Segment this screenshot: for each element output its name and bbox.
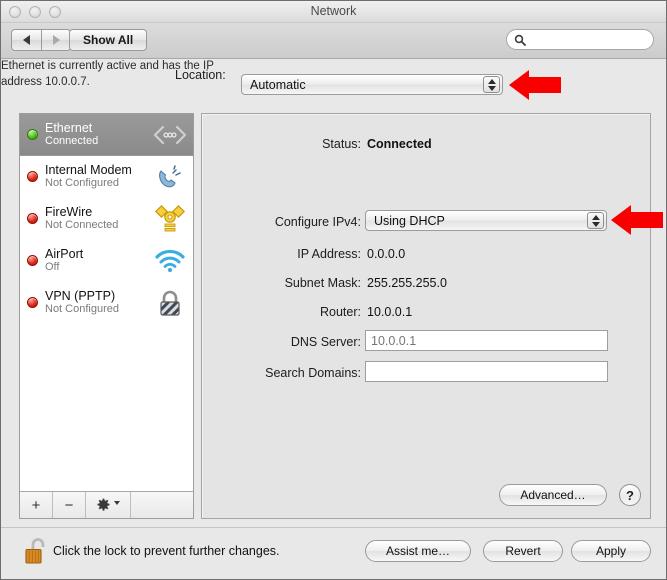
- chevron-down-icon: [114, 500, 120, 510]
- add-service-button[interactable]: +: [20, 492, 53, 518]
- forward-button[interactable]: [41, 29, 71, 51]
- status-dot-connected-icon: [27, 129, 38, 140]
- firewire-icon: [151, 202, 189, 236]
- dns-server-label: DNS Server:: [290, 335, 361, 349]
- network-services-list[interactable]: Ethernet Connected Internal Modem Not Co…: [20, 114, 193, 492]
- service-row-ethernet[interactable]: Ethernet Connected: [20, 114, 193, 156]
- advanced-button[interactable]: Advanced…: [499, 484, 607, 506]
- location-popup-arrow: [509, 70, 561, 100]
- service-status: Not Configured: [45, 177, 119, 190]
- router-value: 10.0.0.1: [367, 305, 413, 319]
- subnet-mask-label: Subnet Mask:: [284, 276, 361, 290]
- service-name: FireWire: [45, 204, 93, 219]
- service-name: VPN (PPTP): [45, 288, 116, 303]
- service-row-internal-modem[interactable]: Internal Modem Not Configured: [20, 156, 193, 198]
- location-popup-stepper-icon: [483, 76, 500, 93]
- navigation-buttons: [11, 29, 71, 51]
- search-domains-field[interactable]: [365, 361, 608, 382]
- router-label: Router:: [320, 305, 361, 319]
- status-dot-disconnected-icon: [27, 255, 38, 266]
- status-label: Status:: [322, 137, 361, 151]
- status-dot-disconnected-icon: [27, 171, 38, 182]
- window-titlebar: Network: [1, 1, 666, 23]
- search-domains-label: Search Domains:: [265, 366, 361, 380]
- search-field[interactable]: [506, 29, 654, 50]
- location-label: Location:: [175, 68, 226, 82]
- search-icon: [514, 34, 526, 46]
- service-status: Connected: [45, 135, 99, 148]
- show-all-button[interactable]: Show All: [69, 29, 148, 51]
- revert-button[interactable]: Revert: [483, 540, 563, 562]
- configure-ipv4-popup-button[interactable]: Using DHCP: [365, 210, 607, 231]
- configure-ipv4-label: Configure IPv4:: [274, 215, 361, 229]
- status-value: Connected: [367, 137, 432, 151]
- airport-wifi-icon: [151, 244, 189, 278]
- apply-button[interactable]: Apply: [571, 540, 651, 562]
- ip-address-label: IP Address:: [297, 247, 361, 261]
- service-name: Internal Modem: [45, 162, 132, 177]
- status-dot-disconnected-icon: [27, 213, 38, 224]
- help-button[interactable]: ?: [619, 484, 641, 506]
- location-selected-value: Automatic: [250, 77, 306, 92]
- configure-ipv4-popup-arrow: [611, 205, 663, 235]
- configure-ipv4-selected-value: Using DHCP: [374, 213, 445, 228]
- location-popup-button[interactable]: Automatic: [241, 74, 503, 95]
- service-row-firewire[interactable]: FireWire Not Connected: [20, 198, 193, 240]
- service-row-vpn-pptp[interactable]: VPN (PPTP) Not Configured: [20, 282, 193, 324]
- service-name: AirPort: [45, 246, 84, 261]
- configure-ipv4-stepper-icon: [587, 212, 604, 229]
- network-preferences-window: Network Show All Location: Automatic Eth…: [0, 0, 667, 580]
- ethernet-icon: [151, 118, 189, 152]
- search-domains-input[interactable]: [371, 364, 607, 379]
- vpn-lock-icon: [151, 286, 189, 320]
- service-status: Not Connected: [45, 219, 119, 232]
- services-toolbar: + −: [20, 491, 193, 518]
- status-dot-disconnected-icon: [27, 297, 38, 308]
- assist-me-button[interactable]: Assist me…: [365, 540, 471, 562]
- preferences-bottom-bar: Click the lock to prevent further change…: [1, 527, 666, 579]
- service-row-airport[interactable]: AirPort Off: [20, 240, 193, 282]
- modem-icon: [151, 160, 189, 194]
- gear-icon: [97, 498, 110, 511]
- service-name: Ethernet: [45, 120, 93, 135]
- lock-hint-text: Click the lock to prevent further change…: [53, 544, 280, 558]
- chevron-left-icon: [23, 35, 30, 45]
- service-status: Not Configured: [45, 303, 119, 316]
- service-detail-panel: [201, 113, 651, 519]
- remove-service-button[interactable]: −: [53, 492, 86, 518]
- service-actions-button[interactable]: [86, 492, 131, 518]
- chevron-right-icon: [52, 35, 60, 45]
- preferences-toolbar: Show All: [1, 23, 666, 59]
- search-input[interactable]: [529, 33, 641, 46]
- service-status: Off: [45, 261, 60, 274]
- subnet-mask-value: 255.255.255.0: [367, 276, 447, 290]
- ip-address-value: 0.0.0.0: [367, 247, 406, 261]
- dns-server-field[interactable]: [365, 330, 608, 351]
- window-title: Network: [310, 4, 357, 18]
- network-services-sidebar: Ethernet Connected Internal Modem Not Co…: [19, 113, 194, 519]
- unlocked-padlock-icon[interactable]: [23, 535, 51, 572]
- back-button[interactable]: [11, 29, 41, 51]
- dns-server-input[interactable]: [371, 333, 607, 348]
